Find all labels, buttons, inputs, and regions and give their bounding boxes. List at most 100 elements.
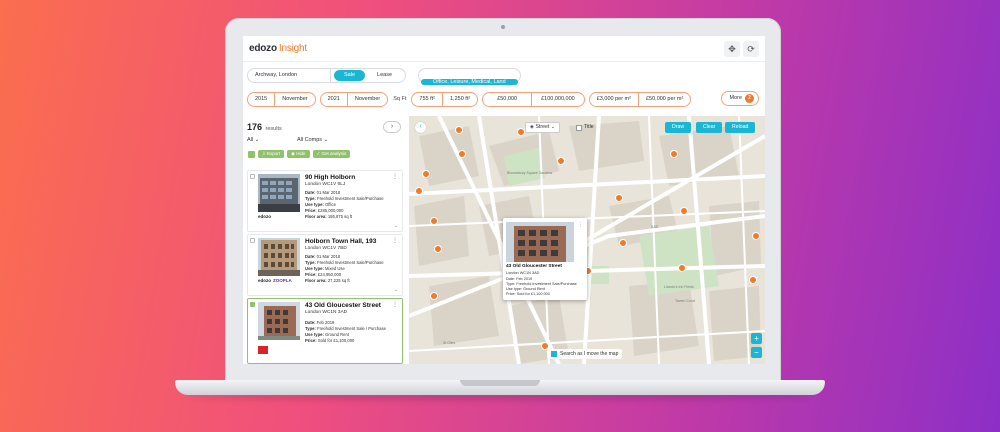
use-label: Use type: <box>305 332 324 337</box>
from-month[interactable]: November <box>274 92 314 106</box>
card-date: Date: 01 Mar 2018 <box>305 254 340 259</box>
use-value: Office <box>325 202 336 207</box>
property-photo <box>258 238 300 276</box>
to-date-filter[interactable]: 2021 November <box>319 91 389 107</box>
card-checkbox-checked[interactable] <box>250 302 255 307</box>
result-card[interactable]: edozo 90 High Holborn London WC1V 6LJ Da… <box>247 170 403 232</box>
sqft-max[interactable]: 1,250 ft² <box>442 92 477 106</box>
card-title[interactable]: 90 High Holborn <box>305 174 355 181</box>
zoom-out-button[interactable]: − <box>751 347 762 358</box>
from-date-filter[interactable]: 2015 November <box>247 91 316 107</box>
property-types-button[interactable]: Office, Leisure, Medical, Land <box>421 78 518 85</box>
tab-sale[interactable]: Sale <box>334 69 366 81</box>
refresh-icon[interactable]: ⟳ <box>743 41 759 57</box>
date-label: Date: <box>305 254 316 259</box>
area-label: Floor area: <box>305 214 327 219</box>
location-input[interactable]: Archway, London <box>247 67 331 83</box>
from-year[interactable]: 2015 <box>248 93 274 106</box>
more-options-icon[interactable]: ⋮ <box>392 237 398 244</box>
app-screen: edozo Insight ✥ ⟳ Archway, London Sale Le… <box>243 36 765 364</box>
laptop-notch <box>460 380 540 386</box>
card-title[interactable]: Holborn Town Hall, 193 <box>305 238 376 245</box>
map-label-sad: SAD <box>651 225 659 229</box>
map-view[interactable]: Bloomsbury Square Gardens Lincoln's Inn … <box>409 116 765 364</box>
app-header: edozo Insight ✥ ⟳ <box>243 36 765 62</box>
more-options-icon[interactable]: ⋮ <box>392 301 398 308</box>
more-options-icon[interactable]: ⋮ <box>392 173 398 180</box>
tab-lease[interactable]: Lease <box>367 70 402 81</box>
hide-button[interactable]: ◉ Hide <box>287 150 310 158</box>
next-page-button[interactable]: › <box>383 121 401 133</box>
property-photo <box>258 174 300 212</box>
map-label-lincolns-inn: Lincoln's Inn Fields <box>664 285 694 289</box>
card-checkbox[interactable] <box>250 174 255 179</box>
search-as-move-toggle[interactable]: Search as I move the map <box>547 349 623 359</box>
to-year[interactable]: 2021 <box>321 93 347 106</box>
area-label: Floor area: <box>305 278 327 283</box>
type-value: Freehold Investment Sale/Purchase <box>317 196 384 201</box>
rate-min[interactable]: £3,000 per m² <box>590 93 638 106</box>
brand-zoopla: ZOOPLA <box>273 278 292 283</box>
card-type: Type: Freehold Investment Sale/Purchase <box>305 260 384 265</box>
title-toggle[interactable]: Title <box>576 122 594 133</box>
card-address: London WC1N 3AD <box>305 310 348 315</box>
type-label: Type: <box>305 326 316 331</box>
popup-more-icon[interactable]: ⋮ <box>578 222 583 228</box>
size-filter[interactable]: 755 ft² 1,250 ft² <box>411 91 479 107</box>
draw-button[interactable]: Draw <box>665 122 692 133</box>
zoom-in-button[interactable]: + <box>751 333 762 344</box>
street-map[interactable]: Bloomsbury Square Gardens Lincoln's Inn … <box>409 116 765 364</box>
title-checkbox[interactable] <box>576 124 582 131</box>
price-min[interactable]: £50,000 <box>483 93 531 106</box>
card-address: London WC1V 7BD <box>305 246 347 251</box>
bulk-actions: ⇩ Export ◉ Hide ✓ Get analysis <box>248 150 351 158</box>
brand-edozo: edozo <box>258 278 271 283</box>
popup-title: 43 Old Gloucester Street <box>506 264 562 269</box>
rate-filter[interactable]: £3,000 per m² £50,000 per m² <box>588 91 692 107</box>
popup-date: Date: Feb 2019 <box>506 277 533 281</box>
reload-button[interactable]: Reload <box>725 122 756 133</box>
card-use: Use type: Office <box>305 202 336 207</box>
logo-suffix: Insight <box>278 43 307 54</box>
expand-icon[interactable]: ⌄ <box>394 223 398 229</box>
clear-button[interactable]: Clear <box>696 122 723 133</box>
sale-lease-toggle: Sale Lease <box>331 67 407 83</box>
price-filter[interactable]: £50,000 £100,000,000 <box>482 91 585 107</box>
comps-dropdown[interactable]: All Comps ⌄ <box>297 137 328 143</box>
search-as-move-checkbox[interactable] <box>551 351 557 357</box>
card-title[interactable]: 43 Old Gloucester Street <box>305 302 381 309</box>
map-label-tavern-court: Tavern Court <box>675 299 695 303</box>
card-use: Use type: Mixed Use <box>305 266 345 271</box>
dropdown-all-label: All <box>247 137 254 143</box>
get-analysis-button[interactable]: ✓ Get analysis <box>312 150 351 158</box>
map-label-st-giles: St Giles <box>443 341 456 345</box>
rate-max[interactable]: £50,000 per m² <box>637 92 690 106</box>
move-icon[interactable]: ✥ <box>724 41 740 57</box>
date-value: 01 Mar 2018 <box>316 190 341 195</box>
collapse-panel-button[interactable]: ‹ <box>415 122 426 133</box>
property-photo <box>258 302 300 340</box>
to-month[interactable]: November <box>346 92 387 106</box>
date-label: Date: <box>305 190 316 195</box>
sqft-min[interactable]: 755 ft² <box>412 93 442 106</box>
dropdown-comps-label: All Comps <box>297 137 323 143</box>
map-label-bloomsbury: Bloomsbury Square Gardens <box>507 171 552 175</box>
app-logo[interactable]: edozo Insight <box>249 43 307 54</box>
result-card[interactable]: edozo ZOOPLA Holborn Town Hall, 193 Londo… <box>247 234 403 296</box>
more-filters-button[interactable]: More 2 <box>721 91 759 106</box>
price-max[interactable]: £100,000,000 <box>531 92 584 106</box>
card-price: Price: £24,950,000 <box>305 272 341 277</box>
export-button[interactable]: ⇩ Export <box>258 150 285 158</box>
card-checkbox[interactable] <box>250 238 255 243</box>
area-value: 27,225 sq ft <box>327 278 350 283</box>
map-style-select[interactable]: ◈ Street ⌄ <box>525 122 561 133</box>
result-card-selected[interactable]: 43 Old Gloucester Street London WC1N 3AD… <box>247 298 403 364</box>
expand-icon[interactable]: ⌄ <box>394 287 398 293</box>
search-as-move-label: Search as I move the map <box>560 351 619 357</box>
select-all-checkbox[interactable] <box>248 150 255 158</box>
results-count: 176 results <box>247 122 282 132</box>
use-label: Use type: <box>305 202 324 207</box>
property-popup[interactable]: ⋮ 43 Old Gloucester Street London WC1N 3… <box>503 218 587 300</box>
title-label: Title <box>584 124 594 130</box>
filter-all-dropdown[interactable]: All ⌄ <box>247 137 259 143</box>
